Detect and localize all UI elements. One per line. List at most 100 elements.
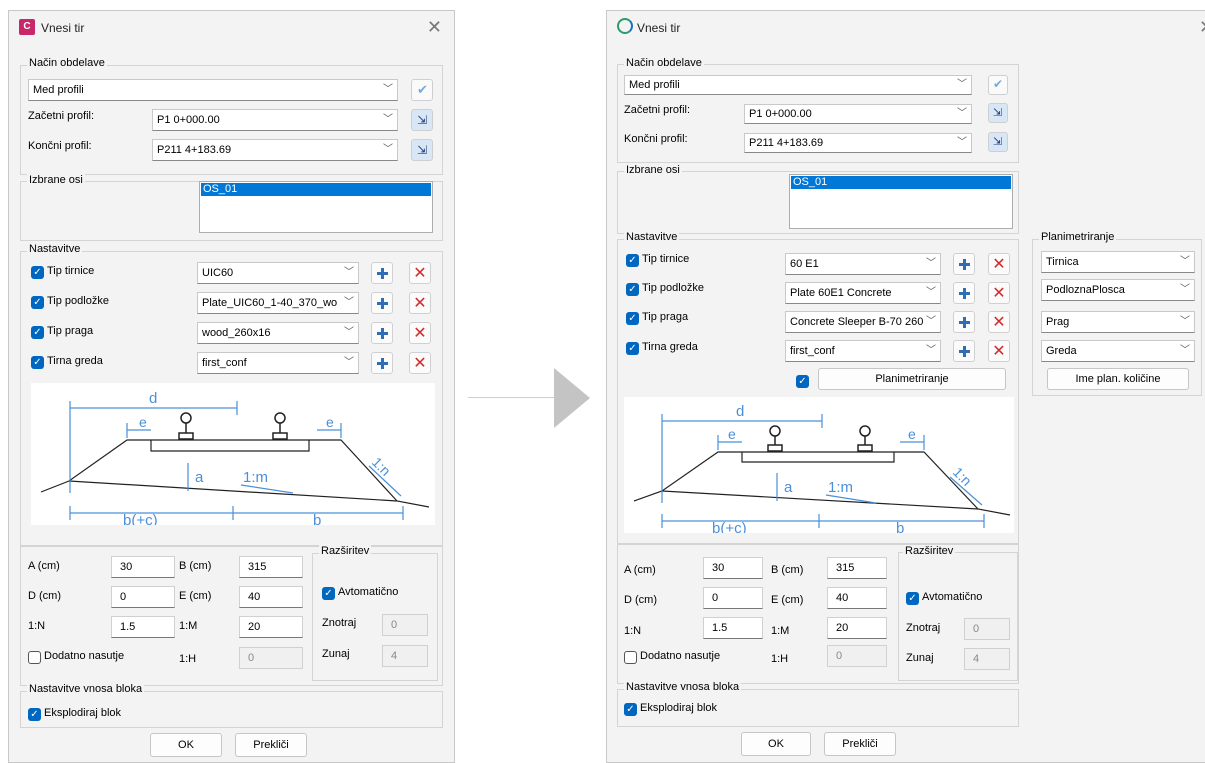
list-item[interactable]: OS_01	[201, 183, 431, 196]
n-input[interactable]: 1.5	[703, 617, 763, 639]
cross-section-diagram: d e e a 1:m 1:n b(+c) b	[31, 383, 435, 529]
mode-select[interactable]: Med profili ﹀	[28, 79, 398, 101]
add-sleeper-button[interactable]	[371, 322, 393, 344]
delete-sleeper-button[interactable]: ✕	[409, 322, 431, 344]
track-bed-select[interactable]: first_conf ﹀	[785, 340, 941, 362]
diagram-e-label-right: e	[908, 426, 916, 442]
confirm-button[interactable]: ✔	[411, 79, 433, 101]
auto-label: Avtomatično	[922, 591, 983, 603]
rail-type-checkbox[interactable]: ✓	[626, 254, 639, 267]
extra-fill-label: Dodatno nasutje	[44, 650, 125, 662]
sleeper-type-select[interactable]: wood_260x16 ﹀	[197, 322, 359, 344]
b-label: B (cm)	[771, 564, 804, 576]
m-input[interactable]: 20	[239, 616, 303, 638]
out-input: 4	[964, 648, 1010, 670]
n-label: 1:N	[28, 620, 46, 632]
blok-legend: Nastavitve vnosa bloka	[624, 681, 742, 693]
planim-checkbox[interactable]: ✓	[796, 375, 809, 388]
rail-type-select[interactable]: UIC60 ﹀	[197, 262, 359, 284]
pick-end-button[interactable]: ⇲	[411, 139, 433, 161]
track-bed-checkbox[interactable]: ✓	[626, 342, 639, 355]
delete-plate-button[interactable]: ✕	[409, 292, 431, 314]
b-input[interactable]: 315	[827, 557, 887, 579]
planim-bed-select[interactable]: Greda ﹀	[1041, 340, 1195, 362]
a-input[interactable]: 30	[703, 557, 763, 579]
plate-type-select[interactable]: Plate 60E1 Concrete ﹀	[785, 282, 941, 304]
e-input[interactable]: 40	[239, 586, 303, 608]
plate-type-label: Tip podložke	[642, 282, 704, 294]
add-sleeper-button[interactable]	[953, 311, 975, 333]
extra-fill-checkbox[interactable]	[28, 651, 41, 664]
diagram-d-label: d	[149, 390, 157, 407]
ok-button[interactable]: OK	[741, 732, 811, 756]
end-profile-select[interactable]: P211 4+183.69 ﹀	[744, 133, 972, 153]
start-profile-select[interactable]: P1 0+000.00 ﹀	[744, 104, 972, 124]
n-input[interactable]: 1.5	[111, 616, 175, 638]
rail-type-select[interactable]: 60 E1 ﹀	[785, 253, 941, 275]
auto-checkbox[interactable]: ✓	[906, 592, 919, 605]
planim-button[interactable]: Planimetriranje	[818, 368, 1006, 390]
ok-button[interactable]: OK	[150, 733, 222, 757]
delete-plate-button[interactable]: ✕	[988, 282, 1010, 304]
in-label: Znotraj	[322, 617, 357, 629]
pick-start-button[interactable]: ⇲	[988, 103, 1008, 123]
axes-list[interactable]: OS_01	[199, 181, 433, 233]
a-input[interactable]: 30	[111, 556, 175, 578]
cancel-button[interactable]: Prekliči	[235, 733, 307, 757]
rail-type-label: Tip tirnice	[47, 265, 95, 277]
m-input[interactable]: 20	[827, 617, 887, 639]
b-input[interactable]: 315	[239, 556, 303, 578]
delete-sleeper-button[interactable]: ✕	[988, 311, 1010, 333]
close-icon[interactable]: ✕	[427, 17, 442, 38]
extra-fill-checkbox[interactable]	[624, 651, 637, 664]
track-bed-checkbox[interactable]: ✓	[31, 356, 44, 369]
track-bed-select[interactable]: first_conf ﹀	[197, 352, 359, 374]
pick-end-button[interactable]: ⇲	[988, 132, 1008, 152]
plan-quantity-name-button[interactable]: Ime plan. količine	[1047, 368, 1189, 390]
planim-sleeper-select[interactable]: Prag ﹀	[1041, 311, 1195, 333]
sleeper-type-select[interactable]: Concrete Sleeper B-70 260 ﹀	[785, 311, 941, 333]
sleeper-type-checkbox[interactable]: ✓	[626, 312, 639, 325]
delete-track-bed-button[interactable]: ✕	[409, 352, 431, 374]
add-rail-button[interactable]	[953, 253, 975, 275]
pick-start-button[interactable]: ⇲	[411, 109, 433, 131]
planim-rail-select[interactable]: Tirnica ﹀	[1041, 251, 1195, 273]
diagram-bc-label: b(+c)	[123, 512, 158, 525]
mode-select[interactable]: Med profili ﹀	[624, 75, 972, 95]
close-icon[interactable]: ✕	[1199, 17, 1205, 38]
add-plate-button[interactable]	[371, 292, 393, 314]
list-item[interactable]: OS_01	[791, 176, 1011, 189]
check-icon: ✔	[417, 82, 428, 97]
add-rail-button[interactable]	[371, 262, 393, 284]
d-input[interactable]: 0	[703, 587, 763, 609]
add-track-bed-button[interactable]	[371, 352, 393, 374]
e-input[interactable]: 40	[827, 587, 887, 609]
d-label: D (cm)	[624, 594, 657, 606]
plate-type-checkbox[interactable]: ✓	[31, 296, 44, 309]
delete-track-bed-button[interactable]: ✕	[988, 340, 1010, 362]
n-label: 1:N	[624, 625, 642, 637]
plate-type-checkbox[interactable]: ✓	[626, 283, 639, 296]
a-label: A (cm)	[28, 560, 60, 572]
delete-rail-button[interactable]: ✕	[409, 262, 431, 284]
rail-type-checkbox[interactable]: ✓	[31, 266, 44, 279]
track-bed-label: Tirna greda	[47, 355, 103, 367]
end-profile-label: Končni profil:	[28, 140, 92, 152]
delete-rail-button[interactable]: ✕	[988, 253, 1010, 275]
explode-checkbox[interactable]: ✓	[28, 708, 41, 721]
add-plate-button[interactable]	[953, 282, 975, 304]
start-profile-select[interactable]: P1 0+000.00 ﹀	[152, 109, 398, 131]
plate-type-select[interactable]: Plate_UIC60_1-40_370_wo ﹀	[197, 292, 359, 314]
planim-plate-select[interactable]: PodloznaPlosca ﹀	[1041, 279, 1195, 301]
d-label: D (cm)	[28, 590, 61, 602]
end-profile-select[interactable]: P211 4+183.69 ﹀	[152, 139, 398, 161]
axes-list[interactable]: OS_01	[789, 174, 1013, 229]
add-track-bed-button[interactable]	[953, 340, 975, 362]
auto-checkbox[interactable]: ✓	[322, 587, 335, 600]
cancel-button[interactable]: Prekliči	[824, 732, 896, 756]
explode-checkbox[interactable]: ✓	[624, 703, 637, 716]
sleeper-type-checkbox[interactable]: ✓	[31, 326, 44, 339]
confirm-button[interactable]: ✔	[988, 75, 1008, 95]
cursor-icon: ⇲	[993, 136, 1003, 148]
d-input[interactable]: 0	[111, 586, 175, 608]
